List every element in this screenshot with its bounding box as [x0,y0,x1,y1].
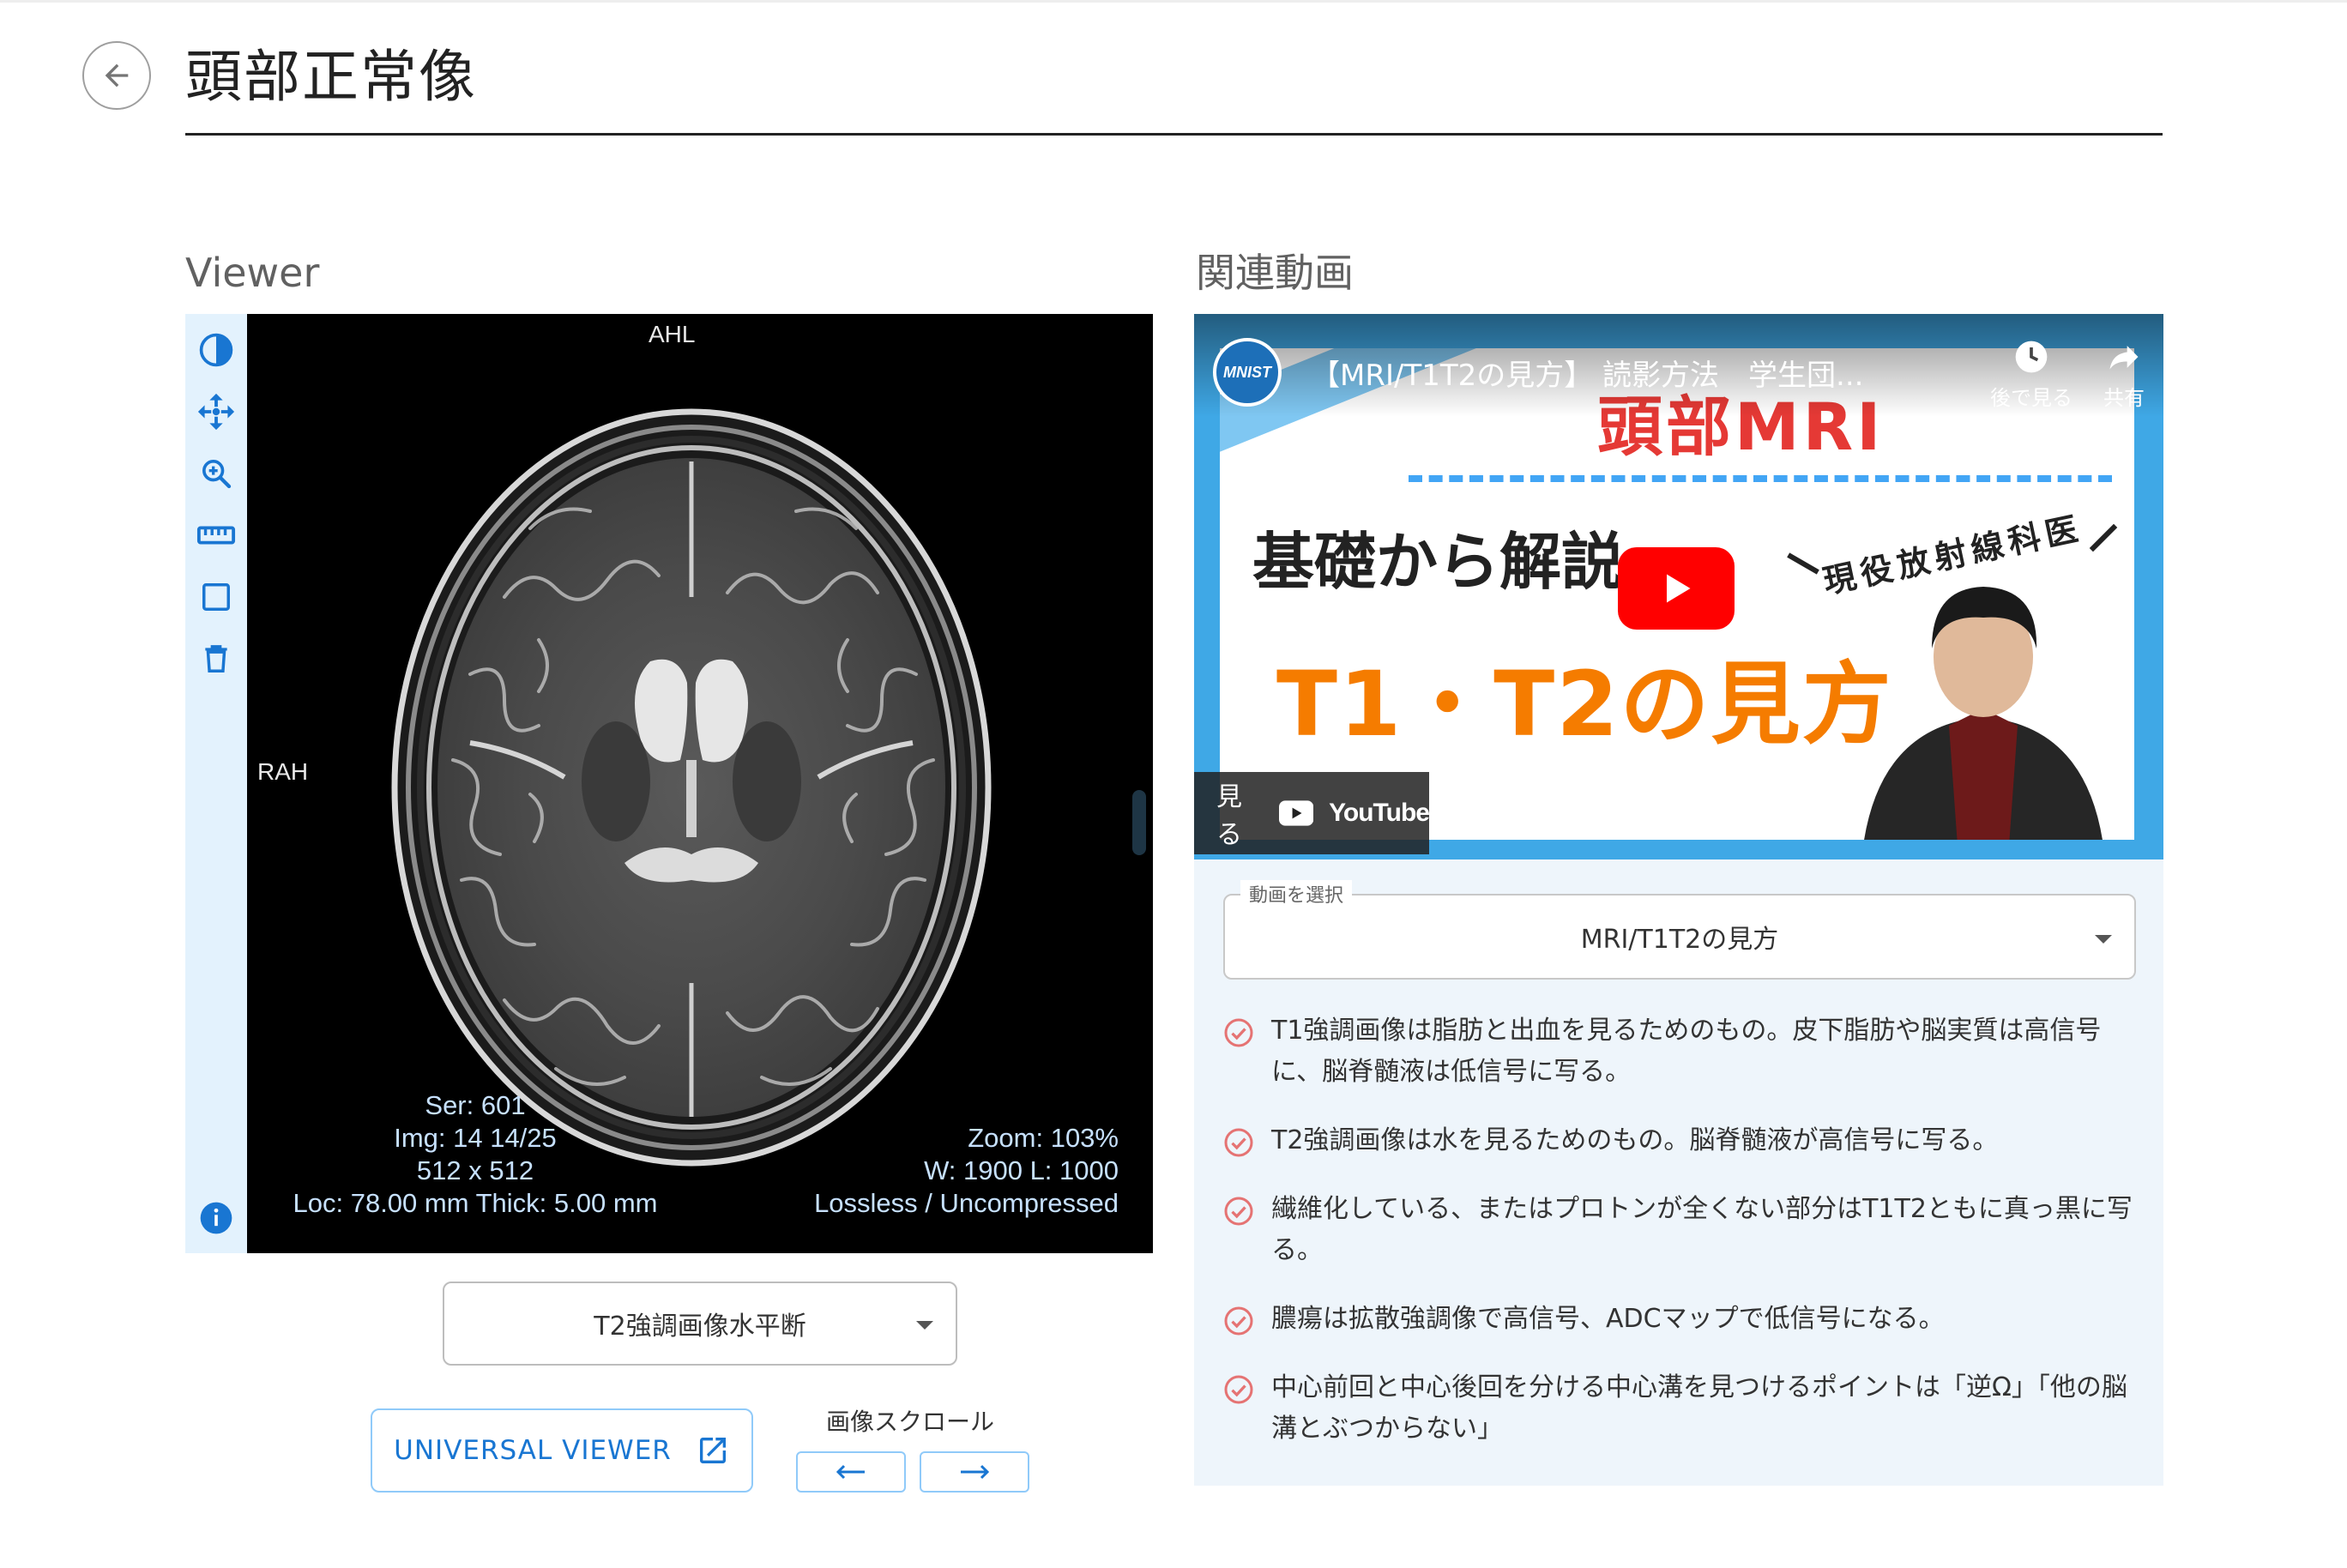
share-button[interactable]: 共有 [2081,338,2163,411]
check-circle-icon [1224,1197,1253,1226]
video-select[interactable]: 動画を選択 MRI/T1T2の見方 [1223,880,2136,980]
orientation-top: AHL [649,321,696,347]
ruler-tool[interactable] [196,515,237,556]
video-select-value: MRI/T1T2の見方 [1580,925,1779,955]
page-title: 頭部正常像 [185,44,477,110]
check-circle-icon [1224,1018,1253,1047]
pan-icon [197,393,235,431]
video-player[interactable]: 画像診断解説 頭部MRI 基礎から解説 現役放射線科医 T1・T2の見方 MNI… [1194,314,2163,859]
check-circle-icon [1224,1128,1253,1157]
watch-later-label: 後で見る [1990,386,2072,410]
thumb-slash-left [1787,552,1819,575]
orientation-left: RAH [257,758,309,785]
overlay-image-index: Img: 14 14/25 [394,1123,557,1153]
watch-on-label: 見る [1216,782,1242,850]
contrast-tool[interactable] [196,329,237,371]
rectangle-tool[interactable] [196,576,237,618]
arrow-left-icon [836,1464,865,1480]
scroll-next-button[interactable] [920,1451,1029,1493]
overlay-zoom: Zoom: 103% [968,1123,1119,1153]
arrow-right-icon [961,1464,990,1480]
share-icon [2109,346,2139,370]
related-video-heading: 関連動画 [1196,250,1354,296]
dicom-viewer: AHL RAH Ser: 601 Img: 14 14/25 512 x 512… [185,314,1153,1253]
presenter-photo [1864,587,2103,840]
pan-tool[interactable] [196,391,237,432]
youtube-wordmark: YouTube [1329,799,1430,827]
key-points-list: T1強調画像は脂肪と出血を見るためのもの。皮下脂肪や脳実質は高信号に、脳脊髄液は… [1223,1010,2133,1477]
image-canvas[interactable]: AHL RAH Ser: 601 Img: 14 14/25 512 x 512… [247,314,1153,1253]
overlay-compression: Lossless / Uncompressed [814,1188,1119,1218]
viewer-heading: Viewer [185,250,320,296]
watch-later-button[interactable]: 後で見る [1988,338,2074,411]
universal-viewer-label: UNIVERSAL VIEWER [394,1435,672,1466]
point-text: T2強調画像は水を見るためのもの。脳脊髄液が高信号に写る。 [1271,1125,1999,1155]
info-icon [200,1202,232,1234]
delete-tool[interactable] [196,638,237,679]
list-item: T2強調画像は水を見るためのもの。脳脊髄液が高信号に写る。 [1223,1120,2133,1161]
overlay-series: Ser: 601 [425,1090,526,1120]
contrast-icon [199,333,233,367]
overlay-matrix: 512 x 512 [416,1155,534,1185]
rectangle-icon [202,583,230,611]
point-text: 中心前回と中心後回を分ける中心溝を見つけるポイントは「逆Ω」「他の脳溝とぶつから… [1271,1372,2127,1444]
ruler-icon [196,526,236,545]
thumb-slash-right [2089,523,2118,552]
viewer-toolbar [185,314,247,1253]
point-text: T1強調画像は脂肪と出血を見るためのもの。皮下脂肪や脳実質は高信号に、脳脊髄液は… [1271,1016,2102,1087]
video-title[interactable]: 【MRI/T1T2の見方】 読影方法 学生団... [1311,352,1863,394]
overlay-location: Loc: 78.00 mm Thick: 5.00 mm [293,1188,658,1218]
info-tool[interactable] [196,1197,237,1239]
clock-icon [2015,341,2048,373]
chevron-down-icon [2095,935,2112,944]
share-label: 共有 [2103,386,2145,410]
title-underline [185,133,2163,136]
point-text: 膿瘍は拡散強調像で高信号、ADCマップで低信号になる。 [1271,1304,1945,1334]
thumb-subtitle: 基礎から解説 [1252,526,1624,598]
channel-logo[interactable]: MNIST [1213,338,1282,407]
series-select-value: T2強調画像水平断 [594,1312,806,1342]
top-divider [0,0,2347,3]
check-circle-icon [1224,1375,1253,1404]
youtube-logo-icon [1278,800,1314,826]
list-item: 繊維化している、またはプロトンが全くない部分はT1T2ともに真っ黒に写る。 [1223,1189,2133,1271]
zoom-tool[interactable] [196,453,237,494]
arrow-left-icon [105,63,129,87]
image-scroll-label: 画像スクロール [825,1408,994,1436]
series-select[interactable]: T2強調画像水平断 [443,1282,957,1366]
point-text: 繊維化している、またはプロトンが全くない部分はT1T2ともに真っ黒に写る。 [1271,1194,2133,1265]
watch-on-youtube-button[interactable]: 見る YouTube [1194,772,1430,854]
related-video-panel: 画像診断解説 頭部MRI 基礎から解説 現役放射線科医 T1・T2の見方 MNI… [1194,314,2163,1486]
play-icon [1667,574,1691,603]
play-button[interactable] [1618,547,1735,630]
universal-viewer-button[interactable]: UNIVERSAL VIEWER [371,1408,753,1493]
trash-icon [205,645,227,672]
chevron-down-icon [916,1321,933,1330]
zoom-icon [202,460,232,489]
list-item: T1強調画像は脂肪と出血を見るためのもの。皮下脂肪や脳実質は高信号に、脳脊髄液は… [1223,1010,2133,1093]
overlay-window: W: 1900 L: 1000 [924,1155,1119,1185]
list-item: 膿瘍は拡散強調像で高信号、ADCマップで低信号になる。 [1223,1299,2133,1340]
open-in-new-icon [699,1438,726,1463]
scroll-prev-button[interactable] [796,1451,906,1493]
back-button[interactable] [82,41,151,110]
check-circle-icon [1224,1306,1253,1336]
stack-scrollbar[interactable] [1132,790,1146,855]
thumb-dash-line [1409,475,2112,482]
thumb-main-title: T1・T2の見方 [1276,652,1893,757]
list-item: 中心前回と中心後回を分ける中心溝を見つけるポイントは「逆Ω」「他の脳溝とぶつから… [1223,1367,2133,1450]
